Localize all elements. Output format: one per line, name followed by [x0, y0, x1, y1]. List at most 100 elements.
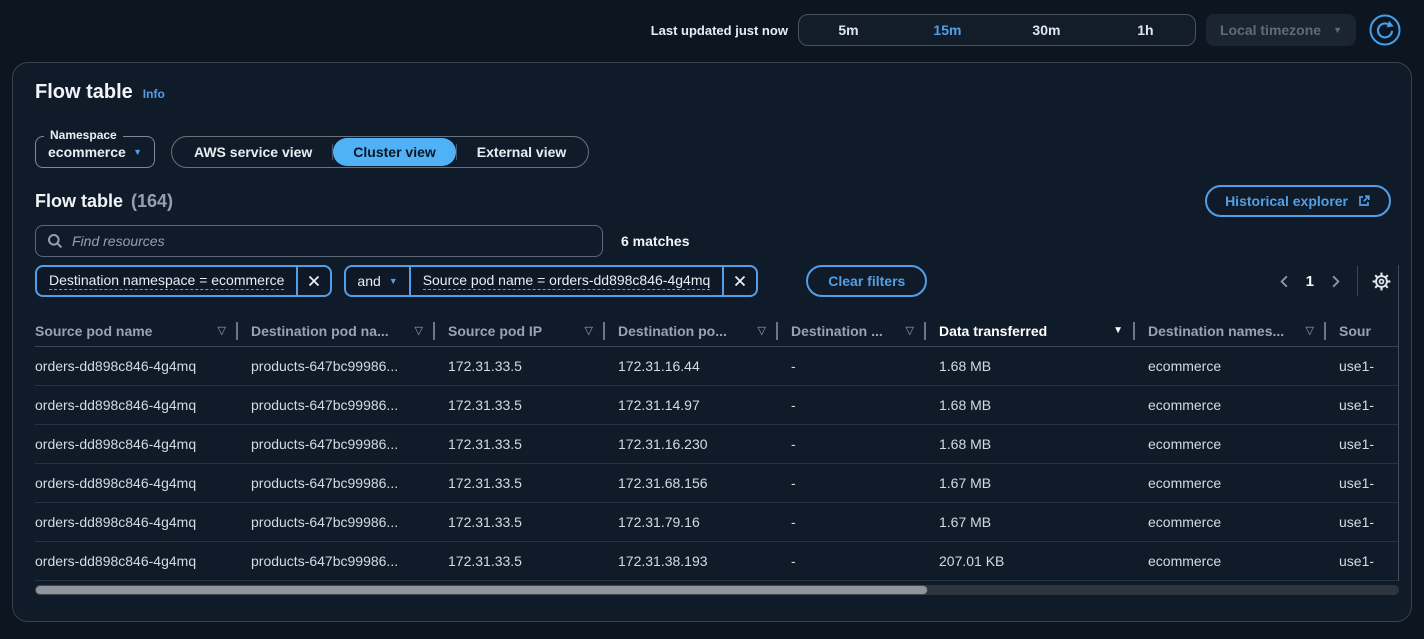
table-row: orders-dd898c846-4g4mq products-647bc999…	[35, 464, 1399, 503]
cell-source-pod-ip: 172.31.33.5	[435, 514, 605, 530]
column-label: Destination names...	[1148, 323, 1284, 339]
time-range-15m[interactable]: 15m	[898, 15, 997, 45]
filter-token-label[interactable]: Source pod name = orders-dd898c846-4g4mq	[411, 267, 723, 295]
cell-data-transferred: 207.01 KB	[926, 553, 1135, 569]
cell-destination-pod-name: products-647bc99986...	[238, 436, 435, 452]
column-header-destination-pod-name[interactable]: Destination pod na... ▽	[238, 315, 435, 346]
filter-token-text: Source pod name = orders-dd898c846-4g4mq	[423, 272, 711, 290]
cell-source-pod-ip: 172.31.33.5	[435, 475, 605, 491]
cell-destination-pod-name: products-647bc99986...	[238, 397, 435, 413]
previous-page-button[interactable]	[1277, 274, 1292, 289]
flow-table: Source pod name ▽ Destination pod na... …	[35, 315, 1399, 595]
time-range-segmented-control: 5m 15m 30m 1h	[798, 14, 1196, 46]
cell-source-pod-name: orders-dd898c846-4g4mq	[35, 514, 238, 530]
cell-destination: -	[778, 553, 926, 569]
cell-destination-pod-name: products-647bc99986...	[238, 475, 435, 491]
cell-destination-pod-ip: 172.31.38.193	[605, 553, 778, 569]
clear-filters-button[interactable]: Clear filters	[806, 265, 927, 297]
table-preferences-button[interactable]	[1372, 272, 1391, 291]
cell-destination-pod-ip: 172.31.68.156	[605, 475, 778, 491]
column-header-destination[interactable]: Destination ... ▽	[778, 315, 926, 346]
cell-destination-namespace: ecommerce	[1135, 514, 1326, 530]
column-header-data-transferred[interactable]: Data transferred ▼	[926, 315, 1135, 346]
column-label: Source pod IP	[448, 323, 542, 339]
search-box	[35, 225, 603, 257]
matches-count: 6 matches	[621, 233, 689, 249]
filter-token-label[interactable]: Destination namespace = ecommerce	[37, 267, 296, 295]
column-filter-icon[interactable]: ▽	[415, 324, 423, 337]
cell-destination-pod-ip: 172.31.16.44	[605, 358, 778, 374]
cell-destination: -	[778, 436, 926, 452]
tab-aws-service-view[interactable]: AWS service view	[174, 138, 332, 166]
table-header: Source pod name ▽ Destination pod na... …	[35, 315, 1399, 347]
column-header-destination-pod-ip[interactable]: Destination po... ▽	[605, 315, 778, 346]
tab-cluster-view[interactable]: Cluster view	[333, 138, 455, 166]
filter-token-destination-namespace: Destination namespace = ecommerce	[35, 265, 332, 297]
tab-external-view[interactable]: External view	[457, 138, 587, 166]
filter-operator-dropdown[interactable]: and ▼	[346, 267, 408, 295]
remove-filter-button[interactable]	[298, 267, 330, 295]
cell-source-truncated: use1-	[1326, 397, 1399, 413]
next-page-button[interactable]	[1328, 274, 1343, 289]
top-toolbar: Last updated just now 5m 15m 30m 1h Loca…	[0, 0, 1424, 60]
chevron-right-icon	[1328, 274, 1343, 289]
refresh-button[interactable]	[1368, 13, 1402, 47]
search-input[interactable]	[72, 233, 591, 249]
column-header-source-pod-name[interactable]: Source pod name ▽	[35, 315, 238, 346]
time-range-1h[interactable]: 1h	[1096, 15, 1195, 45]
horizontal-scrollbar[interactable]	[35, 585, 1399, 595]
cell-destination: -	[778, 397, 926, 413]
timezone-dropdown[interactable]: Local timezone ▼	[1206, 14, 1356, 46]
search-icon	[47, 233, 63, 249]
page-title: Flow table	[35, 81, 133, 104]
column-filter-icon[interactable]: ▽	[906, 324, 914, 337]
remove-filter-button[interactable]	[724, 267, 756, 295]
chevron-left-icon	[1277, 274, 1292, 289]
cell-source-truncated: use1-	[1326, 436, 1399, 452]
info-link[interactable]: Info	[143, 87, 165, 101]
cell-destination-pod-name: products-647bc99986...	[238, 514, 435, 530]
flow-table-panel: Flow table Info Namespace ecommerce ▼ AW…	[12, 62, 1412, 622]
table-row-count: (164)	[131, 191, 173, 212]
cell-destination-namespace: ecommerce	[1135, 397, 1326, 413]
cell-destination-pod-name: products-647bc99986...	[238, 358, 435, 374]
filter-token-text: Destination namespace = ecommerce	[49, 272, 284, 290]
time-range-30m[interactable]: 30m	[997, 15, 1096, 45]
pagination: 1	[1277, 266, 1391, 296]
table-heading: Flow table	[35, 191, 123, 212]
scrollbar-thumb[interactable]	[35, 585, 928, 595]
chevron-down-icon: ▼	[1333, 25, 1342, 35]
namespace-select[interactable]: Namespace ecommerce ▼	[35, 136, 155, 168]
table-row: orders-dd898c846-4g4mq products-647bc999…	[35, 347, 1399, 386]
view-controls-row: Namespace ecommerce ▼ AWS service view C…	[35, 136, 1399, 168]
cell-destination-pod-ip: 172.31.14.97	[605, 397, 778, 413]
table-row: orders-dd898c846-4g4mq products-647bc999…	[35, 425, 1399, 464]
column-header-destination-namespace[interactable]: Destination names... ▽	[1135, 315, 1326, 346]
time-range-5m[interactable]: 5m	[799, 15, 898, 45]
column-filter-icon[interactable]: ▽	[218, 324, 226, 337]
cell-destination-pod-ip: 172.31.16.230	[605, 436, 778, 452]
historical-explorer-button[interactable]: Historical explorer	[1205, 185, 1391, 217]
column-filter-icon[interactable]: ▽	[1306, 324, 1314, 337]
cell-data-transferred: 1.67 MB	[926, 514, 1135, 530]
column-header-source-pod-ip[interactable]: Source pod IP ▽	[435, 315, 605, 346]
column-filter-icon[interactable]: ▽	[758, 324, 766, 337]
cell-source-pod-name: orders-dd898c846-4g4mq	[35, 553, 238, 569]
column-label: Destination ...	[791, 323, 883, 339]
cell-source-pod-ip: 172.31.33.5	[435, 553, 605, 569]
column-filter-icon[interactable]: ▽	[585, 324, 593, 337]
column-label: Sour	[1339, 323, 1371, 339]
panel-title-row: Flow table Info	[35, 81, 1399, 104]
cell-data-transferred: 1.68 MB	[926, 436, 1135, 452]
cell-data-transferred: 1.68 MB	[926, 397, 1135, 413]
cell-source-pod-ip: 172.31.33.5	[435, 397, 605, 413]
column-header-source-truncated[interactable]: Sour	[1326, 315, 1399, 346]
chevron-down-icon: ▼	[133, 147, 142, 157]
cell-destination-namespace: ecommerce	[1135, 358, 1326, 374]
sort-descending-icon[interactable]: ▼	[1113, 325, 1123, 336]
chevron-down-icon: ▼	[389, 276, 398, 286]
table-row: orders-dd898c846-4g4mq products-647bc999…	[35, 503, 1399, 542]
current-page-number[interactable]: 1	[1306, 273, 1314, 290]
cell-destination-namespace: ecommerce	[1135, 553, 1326, 569]
column-label: Destination pod na...	[251, 323, 389, 339]
